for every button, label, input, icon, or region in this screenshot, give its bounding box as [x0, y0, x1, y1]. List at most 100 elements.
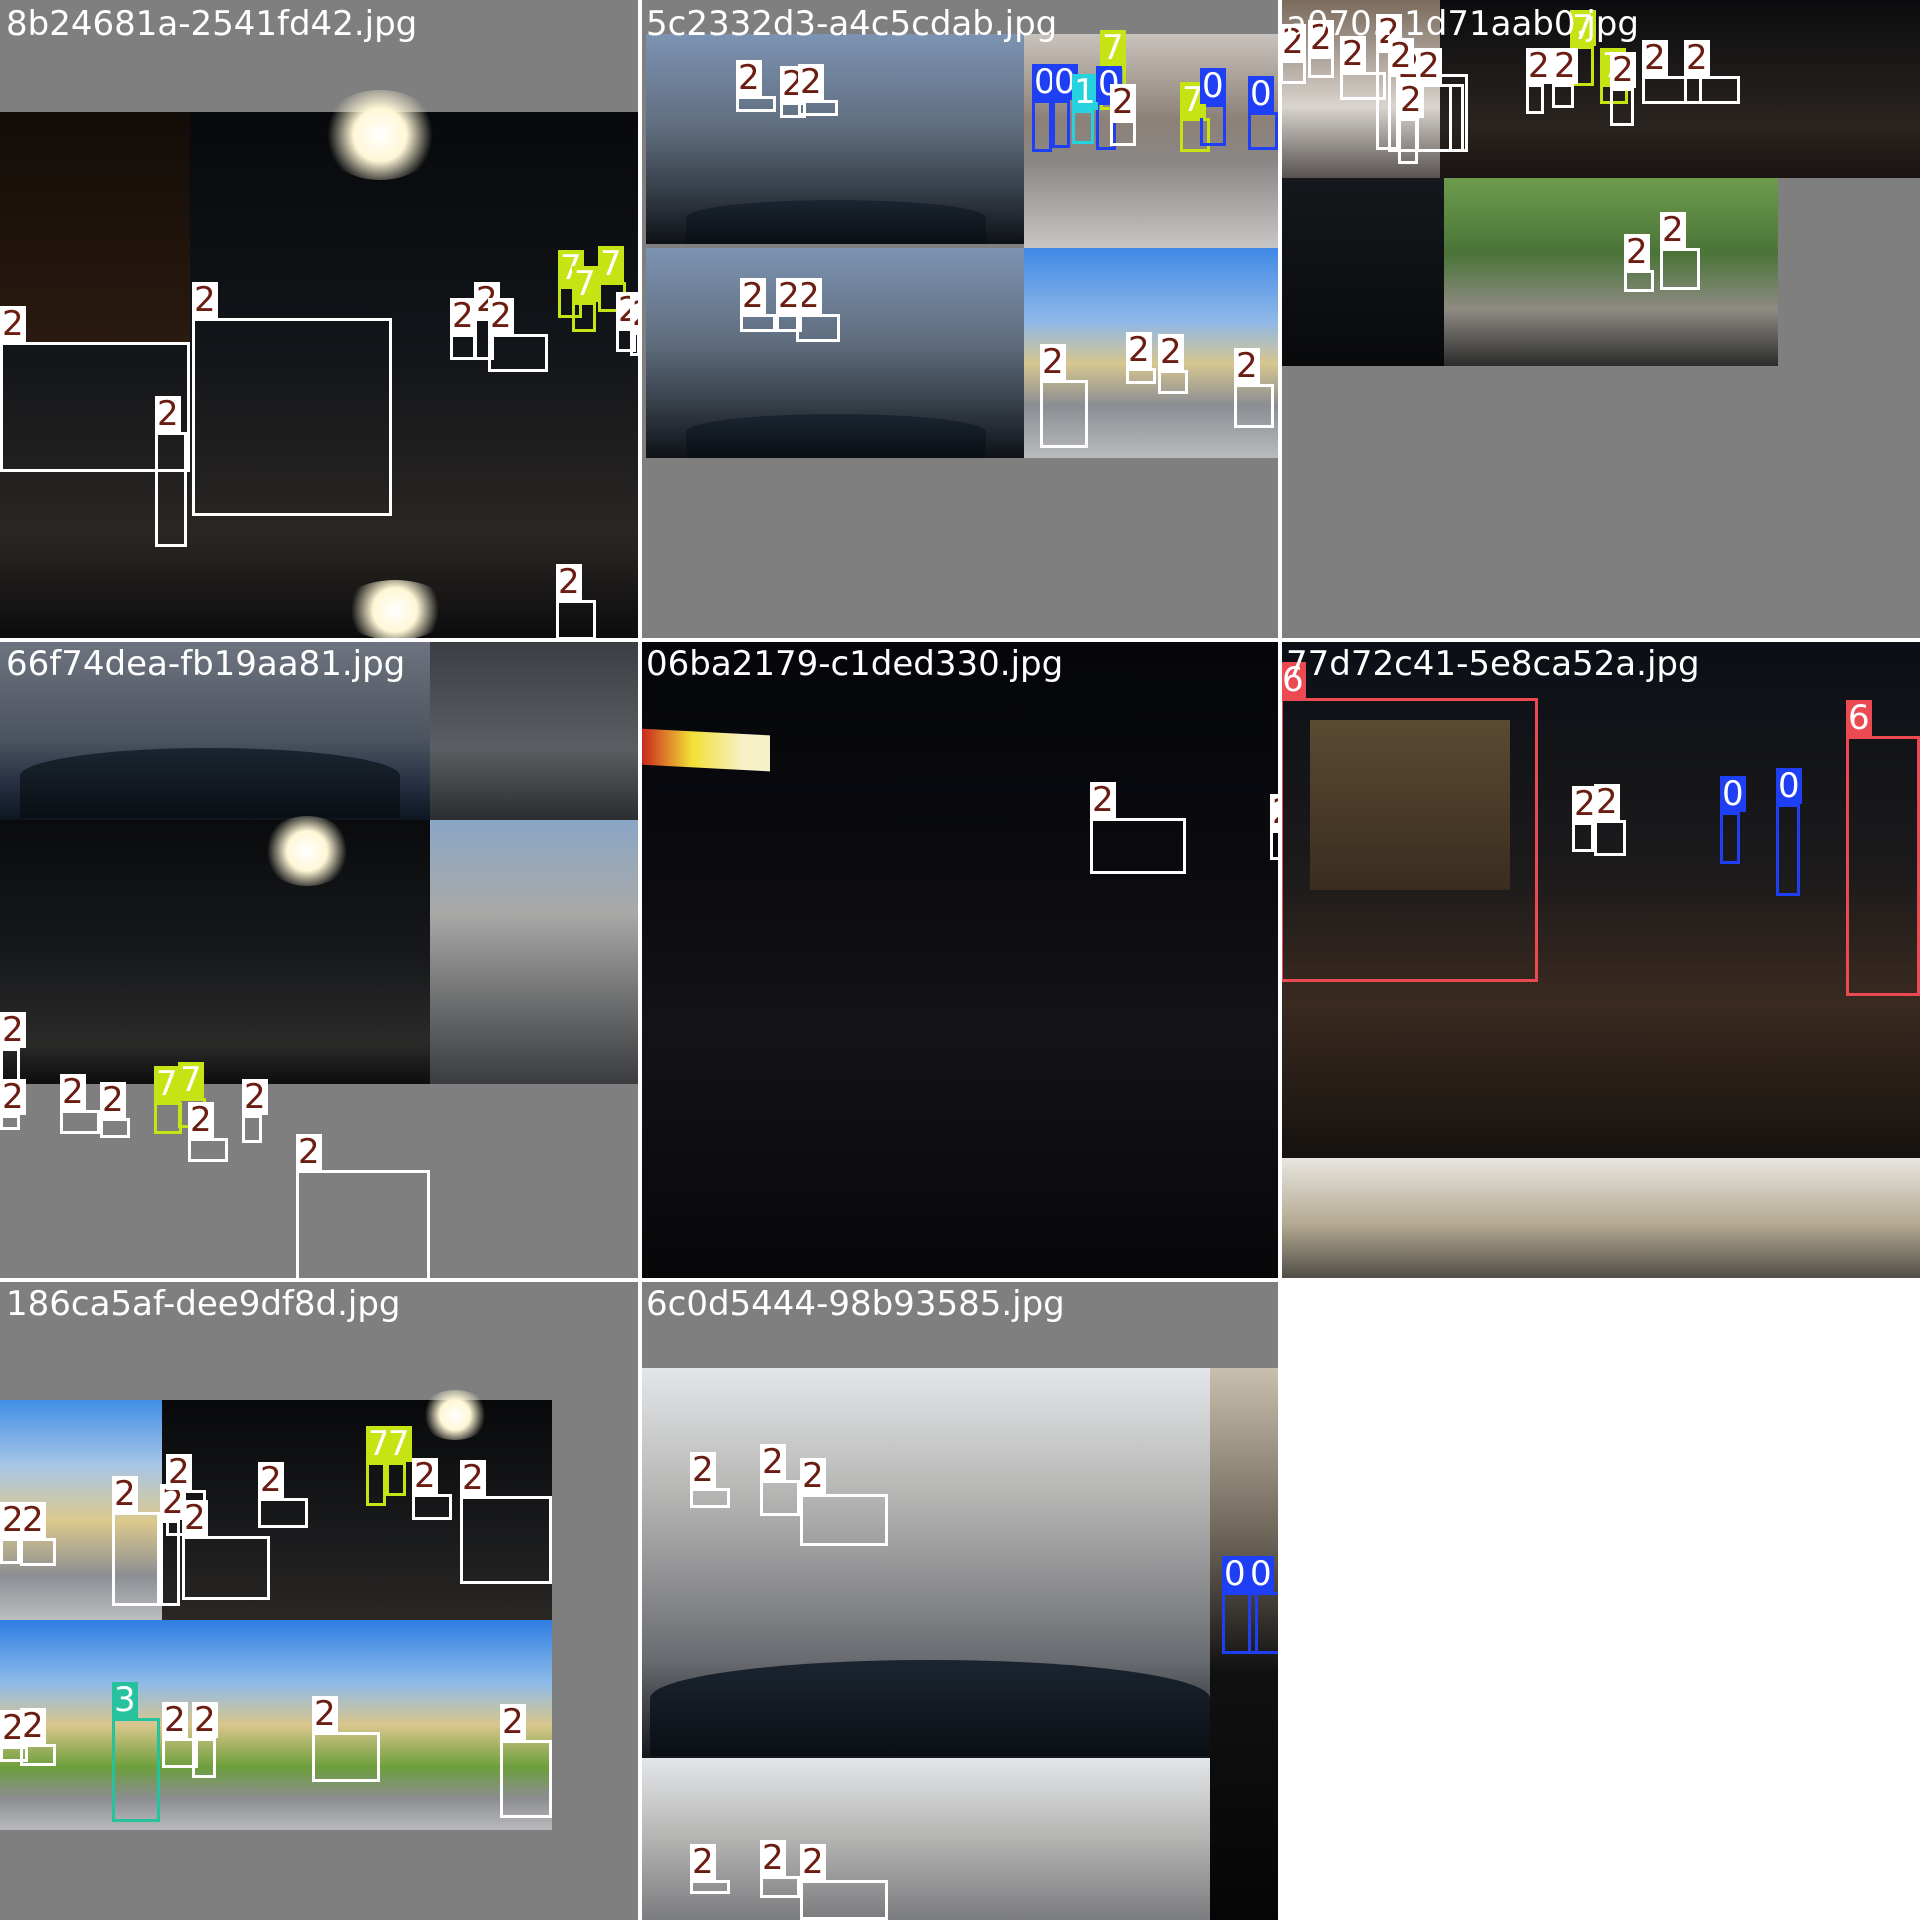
detection-box	[112, 1512, 160, 1606]
tile-5: 06ba2179-c1ded330.jpg 22	[640, 640, 1280, 1280]
detection-box	[1660, 248, 1700, 290]
mosaic-grid: 8b24681a-2541fd42.jpg 222222277722 5c233…	[0, 0, 1920, 1920]
tile-2: 5c2332d3-a4c5cdab.jpg 222222770010002222…	[640, 0, 1280, 640]
detection-label: 2	[1158, 332, 1184, 372]
detection-box	[182, 1536, 270, 1600]
detection-box	[1158, 370, 1188, 394]
detection-label: 3	[112, 1680, 138, 1720]
detection-label: 2	[1684, 38, 1710, 78]
detection-label: 2	[60, 1072, 86, 1112]
detection-label: 2	[776, 276, 802, 316]
detection-label: 2	[100, 1080, 126, 1120]
detection-box	[412, 1494, 452, 1520]
photo-night-rain	[0, 820, 430, 1084]
detection-label: 2	[166, 1452, 192, 1492]
detection-box	[500, 1740, 552, 1818]
detection-box	[1280, 60, 1306, 84]
detection-box	[1552, 84, 1574, 108]
detection-box	[242, 1115, 262, 1143]
detection-label: 2	[1110, 82, 1136, 122]
detection-label: 2	[736, 58, 762, 98]
photo-night-rain	[1280, 178, 1444, 366]
detection-box	[1776, 804, 1800, 896]
detection-box	[572, 302, 596, 332]
detection-box	[736, 96, 776, 112]
tile-8: 6c0d5444-98b93585.jpg 22200222	[640, 1280, 1280, 1920]
detection-label: 2	[188, 1100, 214, 1140]
tile-empty	[1280, 1280, 1920, 1920]
detection-box	[800, 1494, 888, 1546]
detection-label: 2	[1552, 46, 1578, 86]
detection-box	[690, 1880, 730, 1894]
detection-box	[192, 318, 392, 516]
detection-box	[740, 314, 776, 332]
detection-box	[1624, 270, 1654, 292]
detection-box	[760, 1876, 800, 1898]
detection-box	[312, 1732, 380, 1782]
detection-label: 2	[488, 296, 514, 336]
detection-label: 2	[690, 1450, 716, 1490]
detection-label: 2	[1610, 50, 1636, 90]
detection-label: 2	[1642, 38, 1668, 78]
detection-box	[162, 1738, 198, 1768]
detection-box	[0, 1538, 20, 1564]
detection-label: 2	[312, 1694, 338, 1734]
tile-title: 5c2332d3-a4c5cdab.jpg	[646, 4, 1058, 44]
detection-box	[20, 1744, 56, 1766]
detection-label: 0	[1200, 66, 1226, 106]
street-lamp-glow	[320, 90, 440, 180]
detection-label: 2	[460, 1458, 486, 1498]
detection-label: 0	[1776, 766, 1802, 806]
detection-box	[1526, 84, 1544, 114]
detection-label: 0	[1248, 1554, 1274, 1594]
tile-title: a070...1d71aab0.jpg	[1286, 4, 1639, 44]
detection-label: 2	[1416, 46, 1442, 86]
detection-label: 7	[154, 1064, 180, 1104]
detection-box	[776, 314, 802, 332]
detection-box	[1684, 76, 1740, 104]
detection-label: 2	[0, 1077, 26, 1117]
detection-box	[450, 334, 476, 360]
detection-label: 2	[798, 62, 824, 102]
tile-title: 77d72c41-5e8ca52a.jpg	[1286, 644, 1700, 684]
car-hood	[20, 748, 400, 818]
tile-title: 06ba2179-c1ded330.jpg	[646, 644, 1064, 684]
detection-label: 2	[1660, 210, 1686, 250]
detection-label: 2	[0, 1010, 26, 1050]
detection-label: 2	[1040, 342, 1066, 382]
detection-label: 2	[800, 1842, 826, 1882]
truck-tail-light	[640, 728, 770, 772]
grid-divider	[1278, 0, 1282, 1920]
detection-label: 7	[178, 1060, 204, 1100]
detection-label: 2	[162, 1700, 188, 1740]
detection-box	[488, 334, 548, 372]
detection-label: 2	[1594, 782, 1620, 822]
detection-box	[155, 432, 187, 547]
detection-box	[366, 1462, 386, 1506]
detection-box	[386, 1462, 406, 1496]
grid-divider	[0, 638, 1920, 642]
photo-sunny-street	[0, 1620, 552, 1830]
detection-label: 2	[242, 1077, 268, 1117]
detection-box	[796, 314, 840, 342]
detection-label: 2	[760, 1442, 786, 1482]
tile-title: 66f74dea-fb19aa81.jpg	[6, 644, 406, 684]
detection-label: 7	[386, 1424, 412, 1464]
photo-road-wall	[430, 820, 640, 1084]
detection-box	[1572, 822, 1594, 852]
detection-box	[1308, 56, 1334, 78]
detection-box	[1846, 736, 1920, 996]
detection-label: 2	[1126, 330, 1152, 370]
detection-box	[1072, 110, 1094, 144]
detection-label: 2	[20, 1500, 46, 1540]
detection-label: 7	[598, 244, 624, 284]
detection-box	[690, 1488, 730, 1508]
photo-residential-street	[1444, 178, 1778, 366]
detection-label: 2	[258, 1460, 284, 1500]
street-lamp-glow	[340, 580, 450, 640]
detection-box	[1280, 698, 1538, 982]
detection-label: 2	[500, 1702, 526, 1742]
detection-label: 1	[1072, 72, 1098, 112]
detection-box	[800, 1880, 888, 1920]
detection-label: 7	[1100, 28, 1126, 68]
